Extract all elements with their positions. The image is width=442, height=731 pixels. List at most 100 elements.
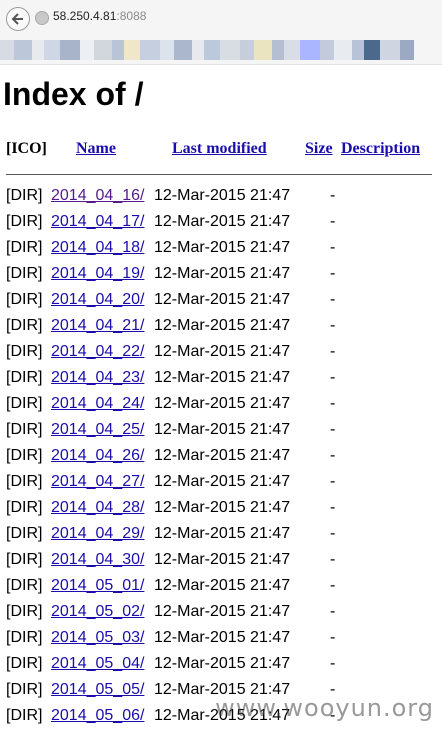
size-cell: - xyxy=(330,499,336,516)
table-row: [DIR] 2014_04_28/12-Mar-2015 21:47 - xyxy=(6,497,436,523)
dir-icon-label: [DIR] xyxy=(6,265,43,282)
directory-link[interactable]: 2014_04_26/ xyxy=(51,447,144,465)
directory-link[interactable]: 2014_04_16/ xyxy=(51,187,144,205)
directory-link[interactable]: 2014_04_24/ xyxy=(51,395,144,413)
sort-by-last-modified-link[interactable]: Last modified xyxy=(172,140,267,157)
dir-icon-label: [DIR] xyxy=(6,681,43,698)
sort-by-size-link[interactable]: Size xyxy=(305,140,333,157)
bookmark-item[interactable] xyxy=(94,40,112,60)
last-modified-cell: 12-Mar-2015 21:47 xyxy=(154,707,291,724)
bookmark-item[interactable] xyxy=(160,40,174,60)
directory-link[interactable]: 2014_04_20/ xyxy=(51,291,144,309)
last-modified-cell: 12-Mar-2015 21:47 xyxy=(154,473,291,490)
bookmark-item[interactable] xyxy=(400,40,414,60)
bookmark-item[interactable] xyxy=(192,40,204,60)
bookmark-item[interactable] xyxy=(14,40,32,60)
directory-link[interactable]: 2014_04_25/ xyxy=(51,421,144,439)
last-modified-cell: 12-Mar-2015 21:47 xyxy=(154,187,291,204)
table-row: [DIR] 2014_04_19/12-Mar-2015 21:47 - xyxy=(6,263,436,289)
bookmark-item[interactable] xyxy=(272,40,284,60)
size-cell: - xyxy=(330,473,336,490)
size-cell: - xyxy=(330,291,336,308)
dir-icon-label: [DIR] xyxy=(6,655,43,672)
table-row: [DIR] 2014_04_21/12-Mar-2015 21:47 - xyxy=(6,315,436,341)
dir-icon-label: [DIR] xyxy=(6,343,43,360)
bookmark-item[interactable] xyxy=(284,40,300,60)
dir-icon-label: [DIR] xyxy=(6,473,43,490)
directory-link[interactable]: 2014_05_06/ xyxy=(51,707,144,725)
directory-listing: [DIR] 2014_04_16/12-Mar-2015 21:47 - [DIR] 2… xyxy=(6,185,436,731)
last-modified-cell: 12-Mar-2015 21:47 xyxy=(154,369,291,386)
bookmark-item[interactable] xyxy=(44,40,60,60)
bookmark-item[interactable] xyxy=(32,40,44,60)
bookmark-item[interactable] xyxy=(380,40,400,60)
back-arrow-icon[interactable] xyxy=(6,7,30,31)
last-modified-cell: 12-Mar-2015 21:47 xyxy=(154,525,291,542)
directory-link[interactable]: 2014_04_23/ xyxy=(51,369,144,387)
table-row: [DIR] 2014_05_01/12-Mar-2015 21:47 - xyxy=(6,575,436,601)
table-row: [DIR] 2014_04_17/12-Mar-2015 21:47 - xyxy=(6,211,436,237)
size-cell: - xyxy=(330,447,336,464)
bookmark-item[interactable] xyxy=(352,40,364,60)
bookmark-item[interactable] xyxy=(0,40,14,60)
browser-toolbar: 58.250.4.81:8088 xyxy=(0,0,442,65)
dir-icon-label: [DIR] xyxy=(6,603,43,620)
directory-link[interactable]: 2014_05_03/ xyxy=(51,629,144,647)
directory-link[interactable]: 2014_04_28/ xyxy=(51,499,144,517)
directory-link[interactable]: 2014_05_04/ xyxy=(51,655,144,673)
dir-icon-label: [DIR] xyxy=(6,239,43,256)
table-row: [DIR] 2014_05_05/12-Mar-2015 21:47 - xyxy=(6,679,436,705)
dir-icon-label: [DIR] xyxy=(6,577,43,594)
bookmark-item[interactable] xyxy=(254,40,272,60)
bookmark-item[interactable] xyxy=(140,40,160,60)
bookmark-item[interactable] xyxy=(220,40,240,60)
bookmark-item[interactable] xyxy=(112,40,124,60)
sort-by-description-link[interactable]: Description xyxy=(341,140,420,157)
dir-icon-label: [DIR] xyxy=(6,213,43,230)
last-modified-cell: 12-Mar-2015 21:47 xyxy=(154,655,291,672)
dir-icon-label: [DIR] xyxy=(6,499,43,516)
bookmark-item[interactable] xyxy=(60,40,80,60)
directory-link[interactable]: 2014_04_22/ xyxy=(51,343,144,361)
bookmark-item[interactable] xyxy=(240,40,254,60)
directory-link[interactable]: 2014_05_02/ xyxy=(51,603,144,621)
last-modified-cell: 12-Mar-2015 21:47 xyxy=(154,395,291,412)
table-row: [DIR] 2014_04_16/12-Mar-2015 21:47 - xyxy=(6,185,436,211)
bookmark-item[interactable] xyxy=(80,40,94,60)
bookmark-item[interactable] xyxy=(320,40,334,60)
last-modified-cell: 12-Mar-2015 21:47 xyxy=(154,629,291,646)
dir-icon-label: [DIR] xyxy=(6,421,43,438)
directory-link[interactable]: 2014_04_19/ xyxy=(51,265,144,283)
last-modified-cell: 12-Mar-2015 21:47 xyxy=(154,577,291,594)
dir-icon-label: [DIR] xyxy=(6,707,43,724)
size-cell: - xyxy=(330,317,336,334)
size-cell: - xyxy=(330,681,336,698)
last-modified-cell: 12-Mar-2015 21:47 xyxy=(154,551,291,568)
site-info-icon[interactable] xyxy=(35,11,49,25)
address-bar[interactable]: 58.250.4.81:8088 xyxy=(53,9,146,23)
table-row: [DIR] 2014_04_18/12-Mar-2015 21:47 - xyxy=(6,237,436,263)
last-modified-cell: 12-Mar-2015 21:47 xyxy=(154,447,291,464)
table-row: [DIR] 2014_05_04/12-Mar-2015 21:47 - xyxy=(6,653,436,679)
size-cell: - xyxy=(330,395,336,412)
directory-link[interactable]: 2014_04_30/ xyxy=(51,551,144,569)
bookmark-item[interactable] xyxy=(334,40,352,60)
directory-link[interactable]: 2014_04_27/ xyxy=(51,473,144,491)
table-row: [DIR] 2014_04_25/12-Mar-2015 21:47 - xyxy=(6,419,436,445)
directory-link[interactable]: 2014_04_18/ xyxy=(51,239,144,257)
table-row: [DIR] 2014_04_30/12-Mar-2015 21:47 - xyxy=(6,549,436,575)
directory-link[interactable]: 2014_04_21/ xyxy=(51,317,144,335)
bookmark-item[interactable] xyxy=(174,40,192,60)
bookmark-item[interactable] xyxy=(364,40,380,60)
sort-by-name-link[interactable]: Name xyxy=(76,140,116,157)
directory-link[interactable]: 2014_04_17/ xyxy=(51,213,144,231)
directory-link[interactable]: 2014_05_01/ xyxy=(51,577,144,595)
bookmark-item[interactable] xyxy=(124,40,140,60)
directory-link[interactable]: 2014_04_29/ xyxy=(51,525,144,543)
bookmark-item[interactable] xyxy=(204,40,220,60)
url-port: :8088 xyxy=(116,9,147,23)
directory-link[interactable]: 2014_05_05/ xyxy=(51,681,144,699)
bookmark-item[interactable] xyxy=(300,40,320,60)
table-row: [DIR] 2014_04_22/12-Mar-2015 21:47 - xyxy=(6,341,436,367)
size-cell: - xyxy=(330,655,336,672)
